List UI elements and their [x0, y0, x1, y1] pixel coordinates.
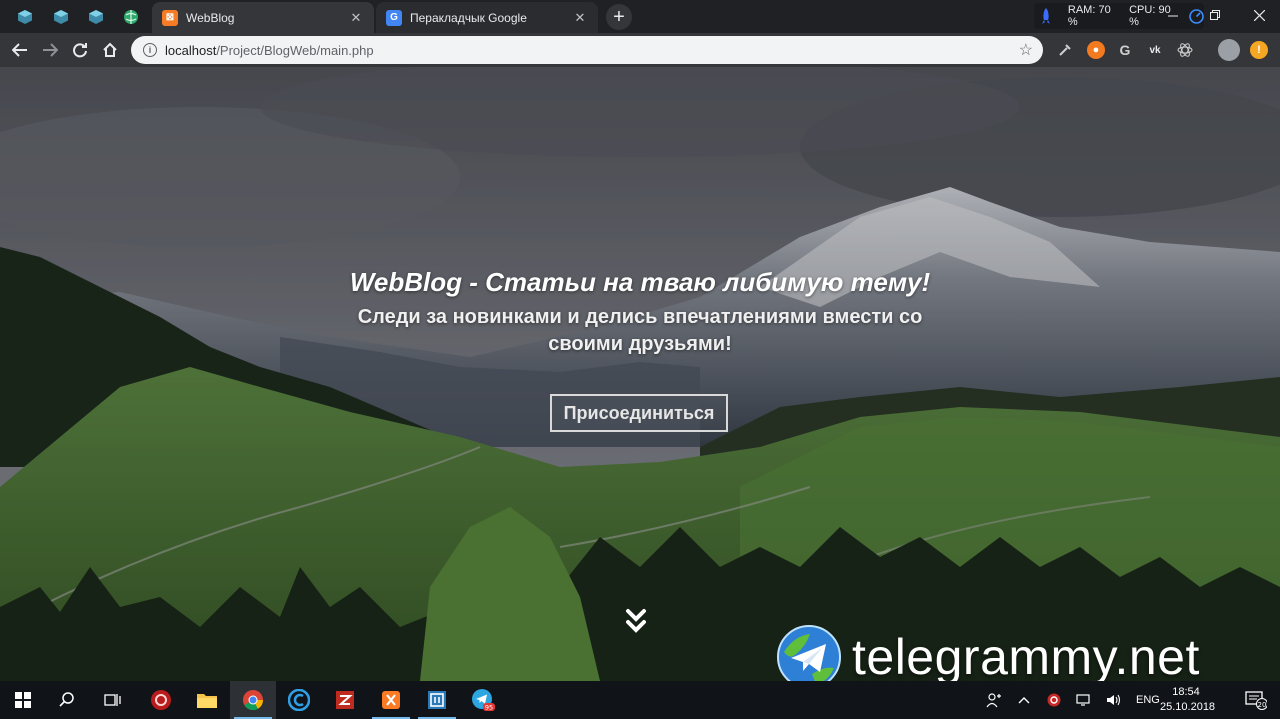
restore-icon: [1210, 10, 1220, 20]
browser-toolbar: i localhost/Project/BlogWeb/main.php ☆ ●…: [0, 33, 1280, 67]
search-button[interactable]: [44, 681, 90, 719]
restore-button[interactable]: [1202, 4, 1228, 26]
arrow-right-icon: [43, 43, 58, 57]
hero-subtitle: Следи за новинками и делись впечатлениям…: [357, 306, 923, 355]
cube-icon: [54, 9, 68, 24]
pinned-tab-2[interactable]: [44, 4, 78, 29]
antivirus-tray-icon[interactable]: [1046, 692, 1062, 708]
watermark: telegrammy.net: [776, 624, 1200, 681]
reload-icon: [73, 43, 87, 58]
arrow-left-icon: [12, 43, 27, 57]
close-tab-icon[interactable]: ✕: [572, 10, 588, 26]
close-icon: [1253, 9, 1265, 21]
language-indicator[interactable]: ENG: [1136, 694, 1160, 706]
taskbar-app-chrome[interactable]: [230, 681, 276, 719]
double-chevron-down-icon[interactable]: [624, 607, 648, 637]
tab-title: WebBlog: [186, 10, 235, 25]
watermark-text: telegrammy.net: [852, 629, 1200, 681]
close-tab-icon[interactable]: ✕: [348, 10, 364, 26]
taskbar-app-telegram[interactable]: 95: [460, 681, 506, 719]
system-tray: ENG: [986, 681, 1160, 719]
new-tab-button[interactable]: +: [606, 4, 632, 30]
reload-button[interactable]: [67, 37, 93, 63]
folder-icon: [197, 694, 217, 708]
windows-taskbar: 95 ENG 18:54 25.10.2018 20: [0, 681, 1280, 719]
start-button[interactable]: [0, 681, 46, 719]
profile-avatar[interactable]: [1218, 39, 1240, 61]
notification-center-button[interactable]: 20: [1232, 681, 1280, 719]
people-icon[interactable]: [986, 692, 1002, 708]
globe-icon: [124, 9, 138, 24]
taskbar-app-filezilla[interactable]: [322, 681, 368, 719]
telegram-unread-badge: 95: [485, 704, 493, 712]
task-view-icon: [104, 694, 121, 706]
minimize-icon: [1168, 15, 1178, 17]
pinned-tab-4[interactable]: [114, 4, 148, 29]
url-host: localhost: [165, 42, 217, 58]
google-extension-icon[interactable]: G: [1116, 41, 1134, 59]
hero-title: WebBlog - Статьи на тваю либимую тему!: [349, 267, 931, 297]
cube-icon: [18, 9, 32, 24]
back-button[interactable]: [7, 37, 33, 63]
telegram-globe-icon: [777, 625, 841, 681]
close-window-button[interactable]: [1246, 4, 1272, 26]
hero-text-block: WebBlog - Статьи на тваю либимую тему! С…: [0, 267, 1280, 358]
clock[interactable]: 18:54 25.10.2018: [1160, 685, 1216, 715]
tab-google-translate[interactable]: G Перакладчык Google ✕: [376, 2, 598, 33]
minimize-button[interactable]: [1160, 4, 1186, 26]
notification-count: 20: [1258, 701, 1267, 709]
address-bar[interactable]: i localhost/Project/BlogWeb/main.php ☆: [131, 36, 1043, 64]
task-view-button[interactable]: [90, 681, 136, 719]
eyedropper-extension-icon[interactable]: [1056, 41, 1074, 59]
tab-title: Перакладчык Google: [410, 10, 527, 25]
update-warning-icon[interactable]: !: [1250, 41, 1268, 59]
home-icon: [103, 42, 117, 57]
chrome-icon: [243, 690, 264, 711]
forward-button[interactable]: [37, 37, 63, 63]
hero-section: WebBlog - Статьи на тваю либимую тему! С…: [0, 67, 1280, 681]
taskbar-app-explorer[interactable]: [184, 681, 230, 719]
windows-logo-icon: [15, 692, 31, 708]
tab-webblog[interactable]: ⊠ WebBlog ✕: [152, 2, 374, 33]
clock-time: 18:54: [1172, 686, 1200, 698]
red-shield-app-icon: [151, 690, 171, 710]
search-icon: [59, 692, 74, 707]
basketball-extension-icon[interactable]: ●: [1087, 41, 1105, 59]
pinned-tab-1[interactable]: [8, 4, 42, 29]
home-button[interactable]: [97, 37, 123, 63]
ram-usage: RAM: 70 %: [1067, 4, 1111, 28]
taskbar-app-xampp[interactable]: [368, 681, 414, 719]
vk-extension-icon[interactable]: vk: [1146, 41, 1164, 59]
pinned-tab-3[interactable]: [79, 4, 113, 29]
notification-icon: 20: [1245, 691, 1267, 710]
network-icon[interactable]: [1076, 693, 1092, 707]
filezilla-icon: [336, 691, 354, 709]
clock-date: 25.10.2018: [1160, 701, 1216, 713]
join-button[interactable]: Присоединиться: [550, 394, 728, 432]
taskbar-app-editor[interactable]: [414, 681, 460, 719]
xampp-icon: [382, 691, 400, 709]
bookmark-star-icon[interactable]: ☆: [1019, 40, 1033, 60]
taskbar-app-ccleaner[interactable]: [276, 681, 322, 719]
mountain-landscape-image: [0, 67, 1280, 681]
chevron-up-icon[interactable]: [1016, 693, 1032, 707]
telegram-icon: 95: [472, 689, 495, 712]
c-logo-icon: [288, 689, 310, 711]
atom-extension-icon[interactable]: [1176, 41, 1194, 59]
rocket-icon: [1042, 8, 1050, 24]
cube-icon: [89, 9, 103, 24]
google-translate-favicon-icon: G: [386, 9, 402, 26]
volume-icon[interactable]: [1106, 693, 1122, 707]
taskbar-app-antivirus[interactable]: [138, 681, 184, 719]
url-path: /Project/BlogWeb/main.php: [216, 42, 374, 58]
tab-strip: ⊠ WebBlog ✕ G Перакладчык Google ✕ + RAM…: [0, 0, 1280, 33]
brackets-icon: [428, 691, 446, 709]
webblog-favicon-icon: ⊠: [162, 9, 178, 26]
info-icon[interactable]: i: [143, 43, 157, 57]
